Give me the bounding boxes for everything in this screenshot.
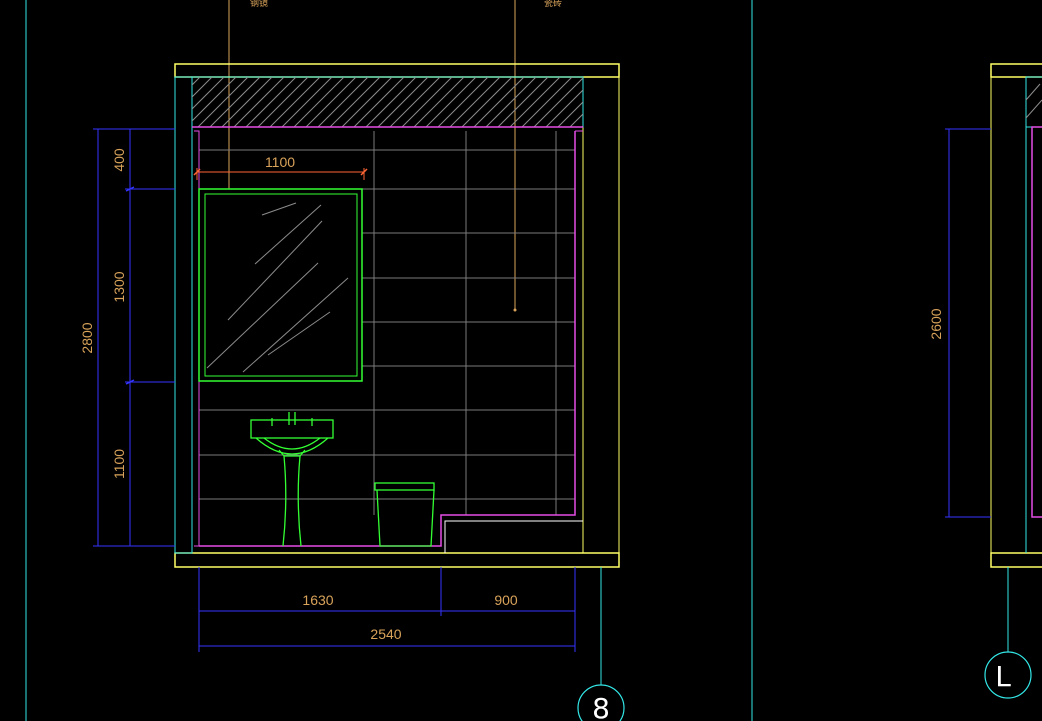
step-platform	[444, 520, 583, 553]
hdim-segment-1: 1630	[302, 592, 333, 608]
section-bubble-8[interactable]: 8	[577, 567, 625, 721]
right-elevation-partial: 2600 L	[928, 63, 1042, 699]
vdim-total: 2800	[79, 322, 95, 353]
vdim-segment-1: 400	[111, 148, 127, 172]
waste-bin	[374, 482, 435, 547]
mirror-width-dimension: 1100	[193, 154, 368, 180]
hdim-total: 2540	[370, 626, 401, 642]
floor-slab	[174, 552, 620, 568]
left-wall	[174, 76, 193, 554]
right-ceiling-slab	[990, 63, 1042, 78]
right-wall	[582, 76, 620, 554]
cad-drawing-canvas[interactable]: 钢镜 瓷砖 1100 400 1300 1100 2800 1630 900 2…	[0, 0, 1042, 721]
ceiling-slab	[174, 63, 620, 78]
hdim-segment-2: 900	[494, 592, 518, 608]
right-floor-slab	[990, 552, 1042, 568]
top-label-tile: 瓷砖	[544, 0, 562, 8]
horizontal-dimensions: 1630 900 2540	[198, 567, 576, 652]
mirror-width-label: 1100	[265, 154, 295, 170]
section-bubble-8-label: 8	[592, 692, 610, 721]
vdim-segment-2: 1300	[111, 271, 127, 302]
frame-borders	[25, 0, 753, 721]
tile-leader-dot	[513, 308, 517, 312]
section-bubble-l-label: L	[995, 660, 1011, 693]
pedestal-sink	[250, 412, 334, 547]
top-label-mirror: 钢镜	[250, 0, 268, 8]
right-height-dimension: 2600	[928, 308, 944, 339]
vertical-dimensions: 400 1300 1100 2800	[79, 128, 175, 547]
mirror	[198, 188, 363, 382]
vdim-segment-3: 1100	[111, 449, 127, 479]
